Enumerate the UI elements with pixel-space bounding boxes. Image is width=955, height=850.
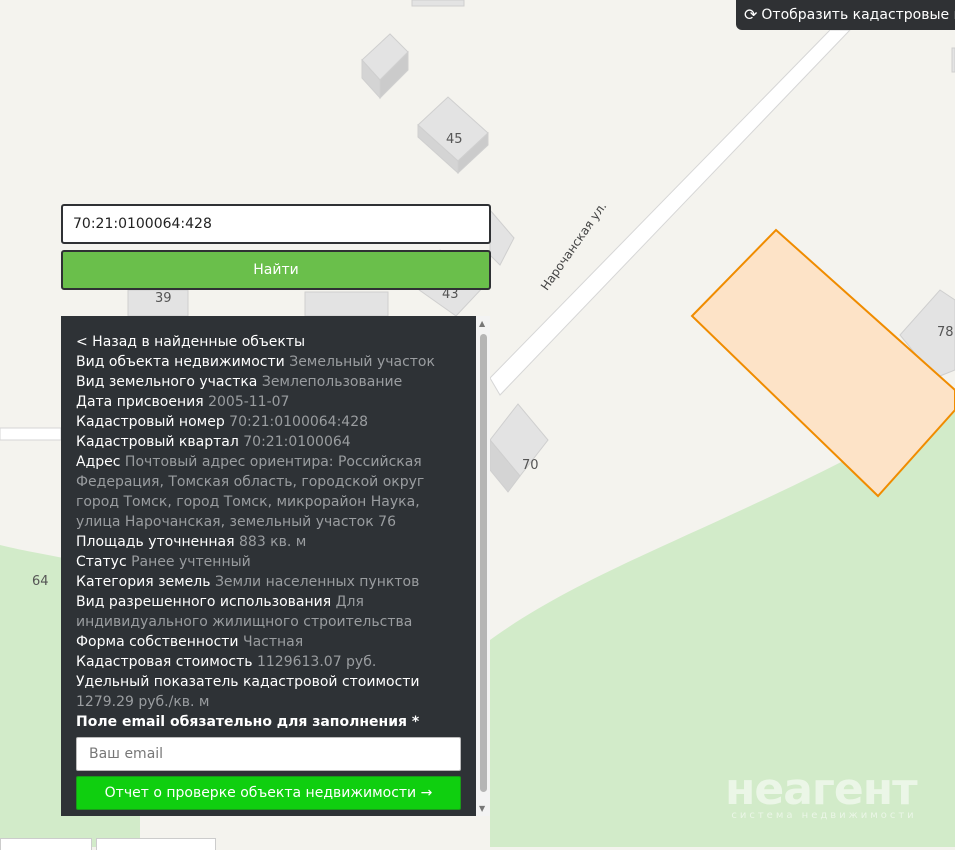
panel-scrollbar[interactable]: ▲ ▼ bbox=[476, 316, 490, 816]
info-key: Форма собственности bbox=[76, 634, 239, 650]
info-key: Кадастровый номер bbox=[76, 414, 225, 430]
info-value: 883 кв. м bbox=[239, 534, 307, 550]
info-row-cadastral-quarter: Кадастровый квартал 70:21:0100064 bbox=[76, 432, 461, 452]
info-row-assignment-date: Дата присвоения 2005-11-07 bbox=[76, 392, 461, 412]
info-key: Адрес bbox=[76, 454, 121, 470]
info-value: 70:21:0100064:428 bbox=[229, 414, 369, 430]
info-value: 1129613.07 руб. bbox=[256, 654, 377, 670]
info-value: 70:21:0100064 bbox=[243, 434, 351, 450]
watermark-subtitle: система недвижимости bbox=[731, 810, 917, 821]
info-key: Вид земельного участка bbox=[76, 374, 258, 390]
bottom-map-tab[interactable] bbox=[96, 838, 216, 850]
info-row-address: Адрес Почтовый адрес ориентира: Российск… bbox=[76, 452, 461, 532]
info-value: Ранее учтенный bbox=[131, 554, 251, 570]
watermark-brand: неагент bbox=[725, 764, 918, 815]
refresh-icon: ⟳ bbox=[744, 5, 758, 24]
info-value: Частная bbox=[242, 634, 304, 650]
building-number-label: 64 bbox=[32, 574, 49, 589]
info-key: Статус bbox=[76, 554, 127, 570]
info-row-permitted-use: Вид разрешенного использования Для индив… bbox=[76, 592, 461, 632]
building-number-label: 45 bbox=[446, 132, 463, 147]
info-key: Вид разрешенного использования bbox=[76, 594, 332, 610]
search-button[interactable]: Найти bbox=[61, 250, 491, 290]
info-key: Площадь уточненная bbox=[76, 534, 235, 550]
info-key: Кадастровая стоимость bbox=[76, 654, 253, 670]
scroll-up-arrow-icon[interactable]: ▲ bbox=[479, 319, 485, 328]
info-row-land-type: Вид земельного участка Землепользование bbox=[76, 372, 461, 392]
email-input[interactable] bbox=[76, 737, 461, 771]
info-value: 2005-11-07 bbox=[208, 394, 290, 410]
info-key: Вид объекта недвижимости bbox=[76, 354, 285, 370]
info-row-object-type: Вид объекта недвижимости Земельный участ… bbox=[76, 352, 461, 372]
building-number-label: 39 bbox=[155, 291, 172, 306]
info-row-cadastral-number: Кадастровый номер 70:21:0100064:428 bbox=[76, 412, 461, 432]
info-row-ownership: Форма собственности Частная bbox=[76, 632, 461, 652]
email-required-label: Поле email обязательно для заполнения * bbox=[76, 714, 420, 730]
info-row-land-category: Категория земель Земли населенных пункто… bbox=[76, 572, 461, 592]
info-key: Кадастровый квартал bbox=[76, 434, 239, 450]
info-key: Удельный показатель кадастровой стоимост… bbox=[76, 674, 420, 690]
info-row-area: Площадь уточненная 883 кв. м bbox=[76, 532, 461, 552]
info-value: 1279.29 руб./кв. м bbox=[76, 694, 210, 710]
scroll-down-arrow-icon[interactable]: ▼ bbox=[479, 804, 485, 813]
info-value: Земли населенных пунктов bbox=[214, 574, 420, 590]
info-key: Категория земель bbox=[76, 574, 211, 590]
info-value: Земельный участок bbox=[289, 354, 435, 370]
road bbox=[0, 427, 62, 441]
info-key: Дата присвоения bbox=[76, 394, 204, 410]
cadastral-number-search-input[interactable] bbox=[61, 204, 491, 244]
info-value: Землепользование bbox=[261, 374, 403, 390]
show-cadastral-boundaries-button[interactable]: ⟳ Отобразить кадастровые гран bbox=[736, 0, 955, 30]
scrollbar-thumb[interactable] bbox=[480, 334, 487, 792]
object-info-content: < Назад в найденные объекты Вид объекта … bbox=[76, 332, 461, 810]
info-row-specific-value: Удельный показатель кадастровой стоимост… bbox=[76, 672, 461, 712]
info-value: Почтовый адрес ориентира: Российская Фед… bbox=[76, 454, 425, 530]
info-row-status: Статус Ранее учтенный bbox=[76, 552, 461, 572]
object-info-panel: < Назад в найденные объекты Вид объекта … bbox=[61, 316, 490, 816]
property-check-report-button[interactable]: Отчет о проверке объекта недвижимости → bbox=[76, 776, 461, 810]
watermark-logo: неагент система недвижимости bbox=[725, 764, 918, 822]
show-cadastral-boundaries-label: Отобразить кадастровые гран bbox=[761, 7, 955, 23]
back-to-results-link[interactable]: < Назад в найденные объекты bbox=[76, 332, 461, 352]
building-number-label: 78 bbox=[937, 325, 954, 340]
info-row-cadastral-value: Кадастровая стоимость 1129613.07 руб. bbox=[76, 652, 461, 672]
bottom-map-tab[interactable] bbox=[0, 838, 92, 850]
building-number-label: 70 bbox=[522, 458, 539, 473]
